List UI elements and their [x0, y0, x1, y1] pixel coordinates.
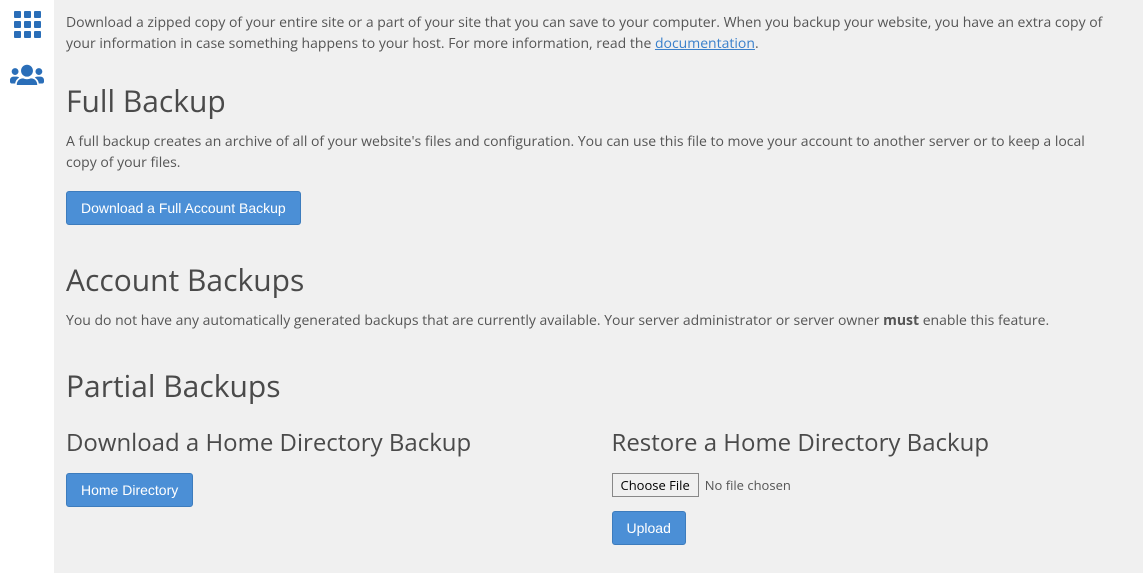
sidebar-item-users[interactable] — [7, 58, 47, 90]
restore-home-column: Restore a Home Directory Backup Choose F… — [612, 426, 1118, 545]
file-input-row: Choose File No file chosen — [612, 473, 1118, 497]
main-content: Download a zipped copy of your entire si… — [54, 0, 1143, 573]
account-backups-section: Account Backups You do not have any auto… — [66, 259, 1117, 331]
users-icon — [10, 63, 44, 85]
intro-before-link: Download a zipped copy of your entire si… — [66, 13, 1102, 53]
sidebar — [0, 0, 54, 573]
account-backups-heading: Account Backups — [66, 259, 1117, 300]
intro-after-link: . — [755, 34, 759, 53]
account-backups-text-after: enable this feature. — [919, 311, 1049, 330]
upload-button[interactable]: Upload — [612, 511, 686, 545]
full-backup-description: A full backup creates an archive of all … — [66, 131, 1117, 173]
download-full-backup-button[interactable]: Download a Full Account Backup — [66, 191, 301, 225]
apps-grid-icon — [14, 11, 41, 38]
account-backups-description: You do not have any automatically genera… — [66, 310, 1117, 331]
partial-backups-heading: Partial Backups — [66, 365, 1117, 406]
full-backup-heading: Full Backup — [66, 80, 1117, 121]
account-backups-bold: must — [883, 311, 919, 330]
choose-file-button[interactable]: Choose File — [612, 473, 699, 497]
partial-backups-columns: Download a Home Directory Backup Home Di… — [66, 426, 1117, 545]
download-home-column: Download a Home Directory Backup Home Di… — [66, 426, 572, 545]
intro-text: Download a zipped copy of your entire si… — [66, 12, 1117, 54]
account-backups-text-before: You do not have any automatically genera… — [66, 311, 883, 330]
documentation-link[interactable]: documentation — [655, 34, 755, 53]
download-home-heading: Download a Home Directory Backup — [66, 426, 572, 459]
partial-backups-section: Partial Backups Download a Home Director… — [66, 365, 1117, 545]
full-backup-section: Full Backup A full backup creates an arc… — [66, 80, 1117, 225]
restore-home-heading: Restore a Home Directory Backup — [612, 426, 1118, 459]
home-directory-button[interactable]: Home Directory — [66, 473, 193, 507]
file-status-text: No file chosen — [705, 476, 791, 494]
sidebar-item-apps[interactable] — [7, 8, 47, 40]
